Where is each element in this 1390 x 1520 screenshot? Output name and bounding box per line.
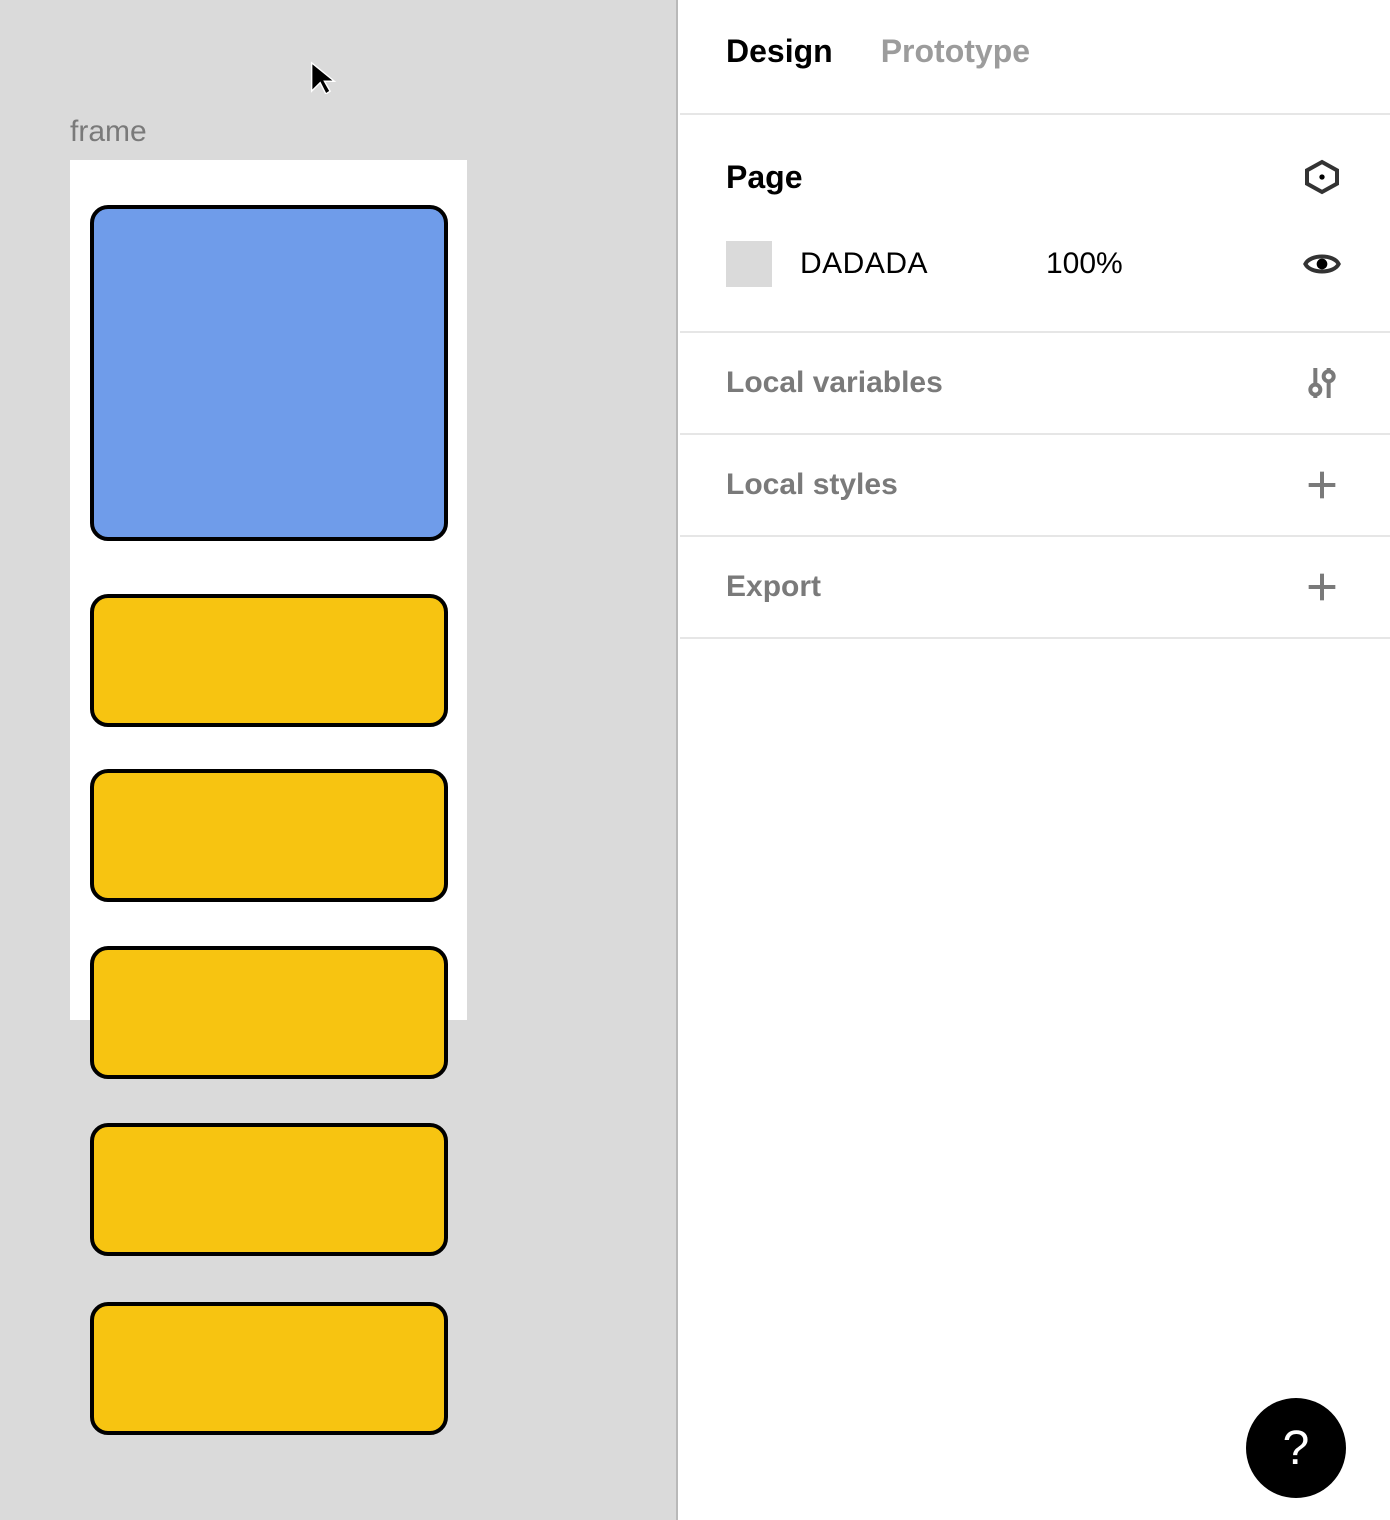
section-page: Page DADADA 100% [680, 115, 1390, 333]
local-variables-settings-icon[interactable] [1300, 361, 1344, 405]
section-local-variables: Local variables [680, 333, 1390, 435]
color-hex-value[interactable]: DADADA [800, 247, 928, 281]
canvas-shape-yellow-2[interactable] [90, 769, 448, 902]
tab-prototype[interactable]: Prototype [881, 33, 1030, 113]
variable-apply-icon[interactable] [1300, 155, 1344, 199]
export-add-icon[interactable] [1300, 565, 1344, 609]
help-label: ? [1283, 1421, 1310, 1476]
local-styles-title: Local styles [726, 468, 898, 502]
color-swatch[interactable] [726, 241, 772, 287]
visibility-toggle-icon[interactable] [1300, 242, 1344, 286]
page-section-title: Page [726, 159, 802, 196]
color-opacity-value[interactable]: 100% [1046, 247, 1123, 281]
canvas-shape-yellow-4[interactable] [90, 1123, 448, 1256]
canvas-shape-yellow-3[interactable] [90, 946, 448, 1079]
canvas-shape-yellow-5[interactable] [90, 1302, 448, 1435]
export-title: Export [726, 570, 821, 604]
section-local-styles: Local styles [680, 435, 1390, 537]
local-variables-title: Local variables [726, 366, 943, 400]
canvas-shape-blue[interactable] [90, 205, 448, 541]
page-background-color-row[interactable]: DADADA [726, 241, 928, 287]
help-button[interactable]: ? [1246, 1398, 1346, 1498]
design-panel: Design Prototype Page DADADA 100% [680, 0, 1390, 1520]
canvas[interactable]: frame [0, 0, 680, 1520]
frame-label[interactable]: frame [70, 115, 147, 149]
canvas-shape-yellow-1[interactable] [90, 594, 448, 727]
cursor-icon [306, 60, 340, 94]
local-styles-add-icon[interactable] [1300, 463, 1344, 507]
panel-tabs: Design Prototype [680, 0, 1390, 115]
section-export: Export [680, 537, 1390, 639]
tab-design[interactable]: Design [726, 33, 833, 113]
